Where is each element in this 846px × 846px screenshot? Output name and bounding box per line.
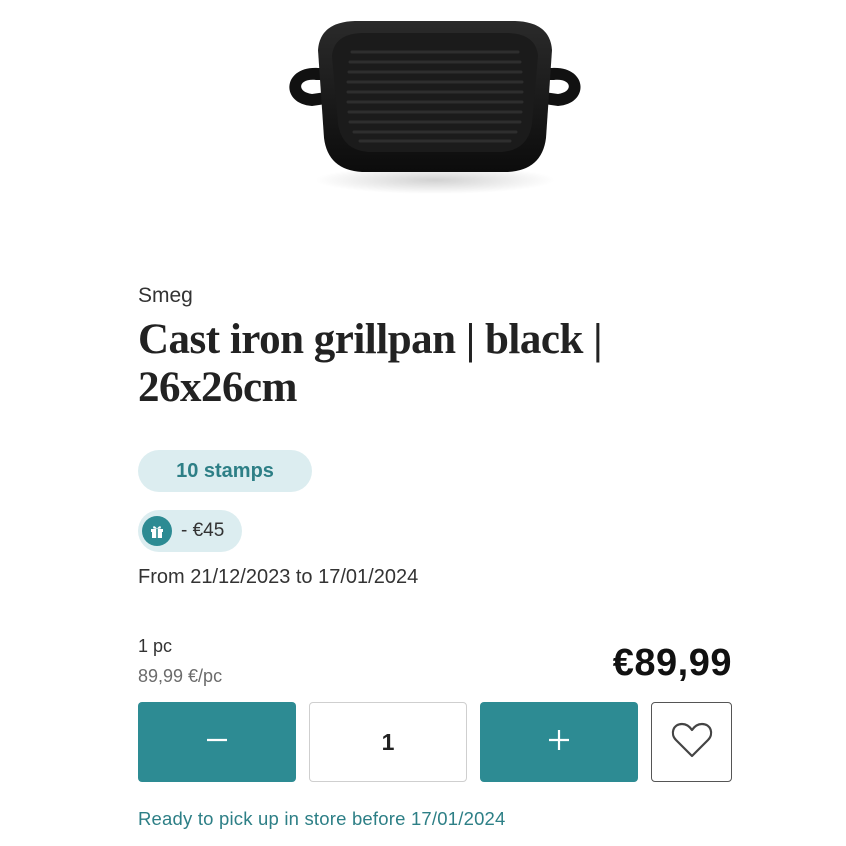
minus-icon [204,727,230,758]
unit-price: 89,99 €/pc [138,666,223,686]
unit-quantity: 1 pc [138,636,173,656]
discount-badge[interactable]: - €45 [138,510,242,552]
plus-icon [546,727,572,758]
price: €89,99 [612,642,732,684]
favorite-button[interactable] [651,702,732,782]
quantity-input[interactable]: 1 [309,702,467,782]
gift-icon [142,516,172,546]
heart-icon [670,720,714,765]
stamps-badge[interactable]: 10 stamps [138,450,312,492]
product-brand[interactable]: Smeg [138,284,193,308]
product-title: Cast iron grillpan | black | 26x26cm [138,316,698,412]
product-image [270,8,600,208]
promo-date-range: From 21/12/2023 to 17/01/2024 [138,566,419,588]
product-title-line1: Cast iron grillpan | black | [138,316,603,363]
decrease-quantity-button[interactable] [138,702,296,782]
product-title-line2: 26x26cm [138,364,297,411]
pickup-info: Ready to pick up in store before 17/01/2… [138,808,506,829]
increase-quantity-button[interactable] [480,702,638,782]
discount-label: - €45 [181,520,225,541]
